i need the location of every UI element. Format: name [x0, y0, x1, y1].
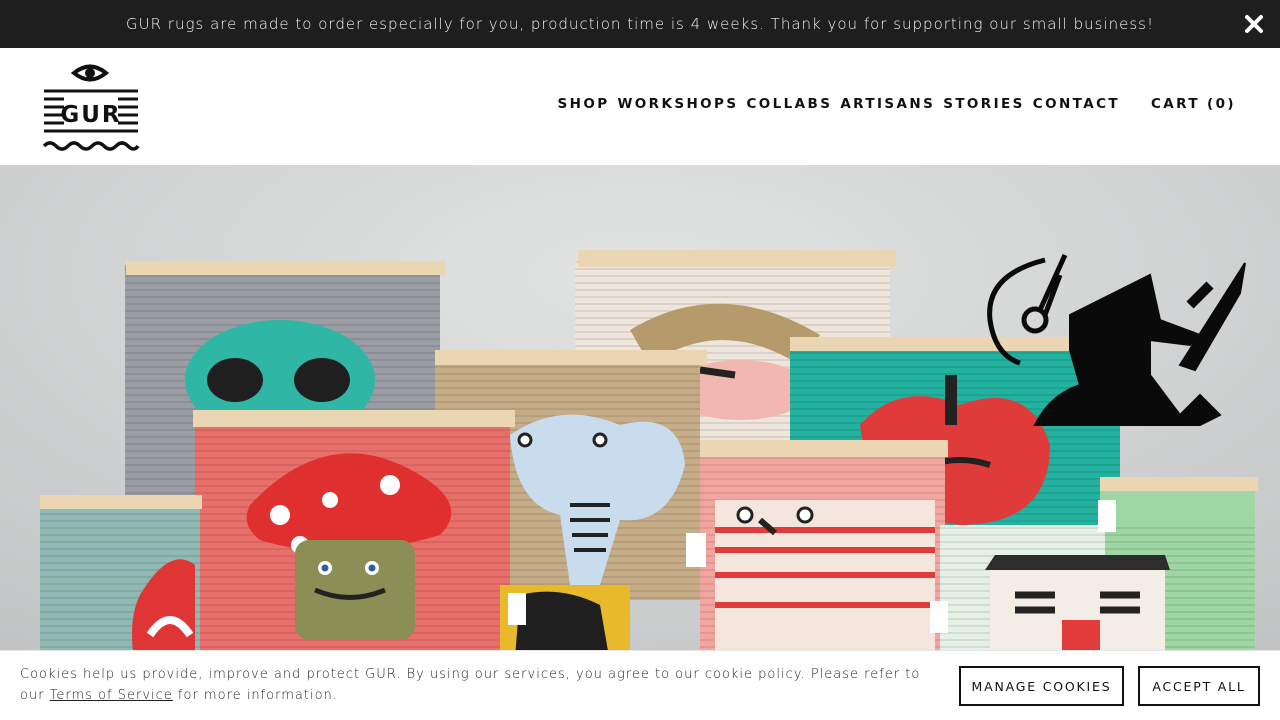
gur-label [1098, 500, 1116, 532]
gur-label [930, 601, 948, 633]
terms-of-service-link[interactable]: Terms of Service [50, 688, 173, 703]
cookie-text-after: for more information. [172, 688, 338, 703]
manage-cookies-button[interactable]: MANAGE COOKIES [959, 666, 1124, 706]
gur-label [508, 593, 526, 625]
site-header: GUR SHOP WORKSHOPS COLLABS ARTISANS STOR… [0, 48, 1280, 165]
announcement-bar: GUR rugs are made to order especially fo… [0, 0, 1280, 48]
close-icon[interactable] [1240, 10, 1268, 38]
logo-text: GUR [60, 102, 121, 128]
cookie-text: Cookies help us provide, improve and pro… [20, 664, 925, 706]
cart-link[interactable]: CART (0) [1151, 96, 1236, 112]
nav-artisans[interactable]: ARTISANS [840, 96, 935, 112]
announcement-text: GUR rugs are made to order especially fo… [126, 15, 1154, 33]
accept-all-button[interactable]: ACCEPT ALL [1138, 666, 1260, 706]
gur-logo[interactable]: GUR [42, 60, 140, 152]
nav-stories[interactable]: STORIES [943, 96, 1025, 112]
nav-shop[interactable]: SHOP [558, 96, 610, 112]
cookie-banner: Cookies help us provide, improve and pro… [0, 650, 1280, 720]
main-nav: SHOP WORKSHOPS COLLABS ARTISANS STORIES … [558, 96, 1120, 112]
nav-contact[interactable]: CONTACT [1033, 96, 1120, 112]
gur-label [686, 533, 706, 567]
nav-collabs[interactable]: COLLABS [746, 96, 832, 112]
nav-workshops[interactable]: WORKSHOPS [618, 96, 739, 112]
hero-image [0, 165, 1280, 720]
